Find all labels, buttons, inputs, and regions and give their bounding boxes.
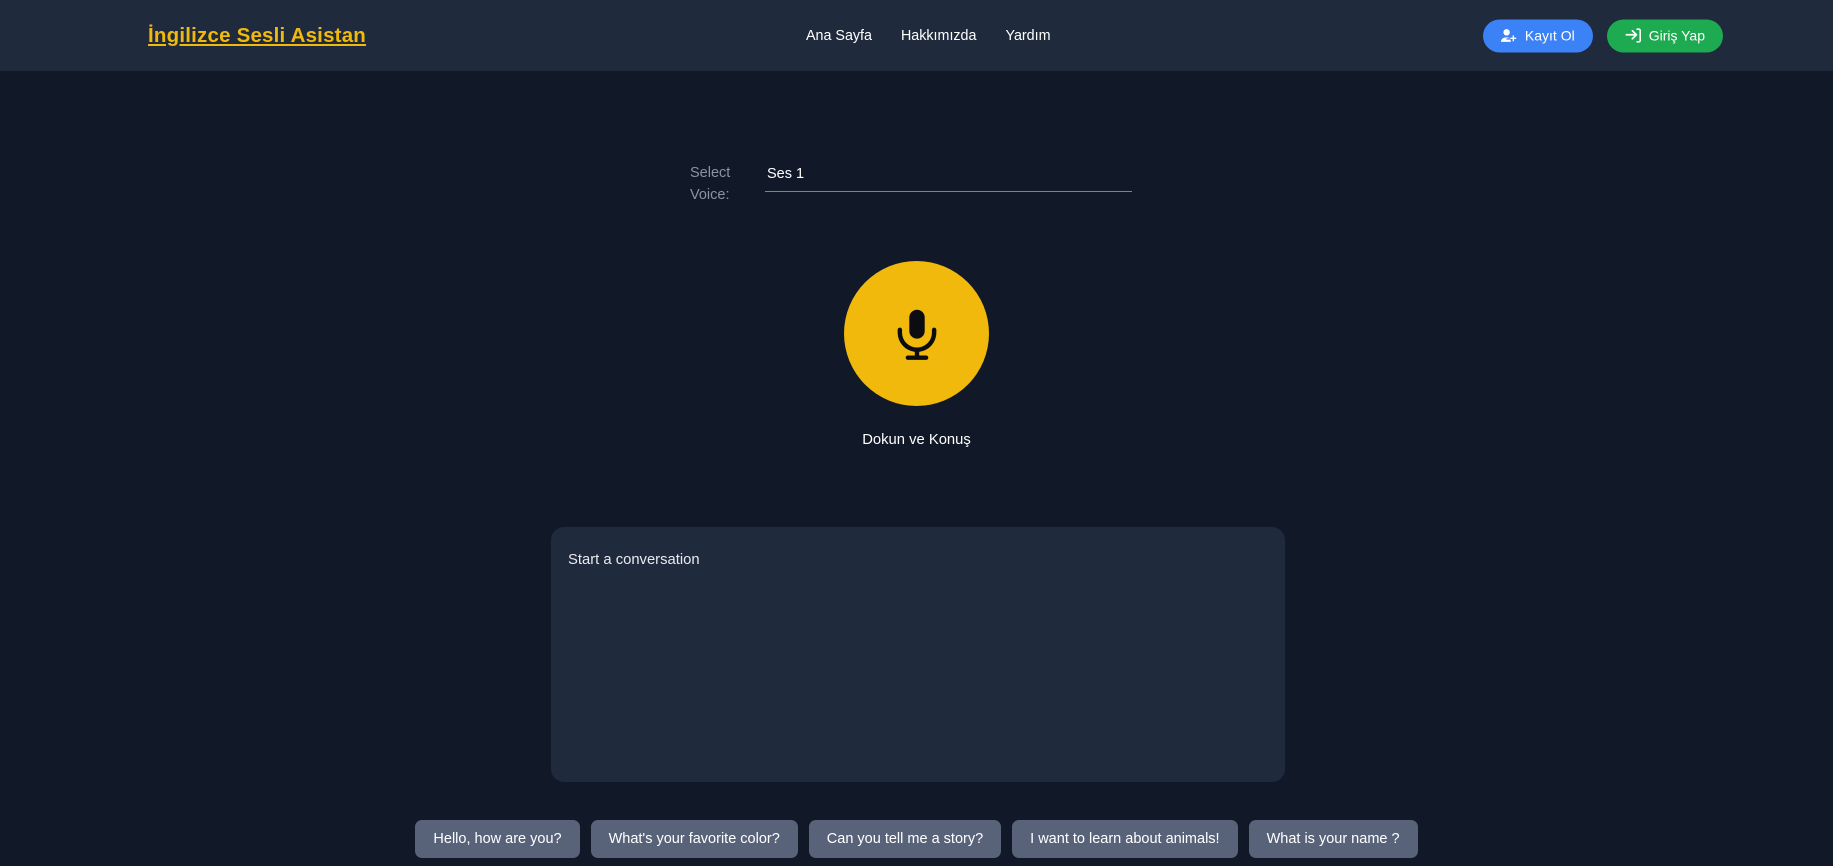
main-navigation: Ana Sayfa Hakkımızda Yardım xyxy=(806,28,1051,44)
suggestion-chips-row: Hello, how are you? What's your favorite… xyxy=(0,820,1833,858)
register-button-label: Kayıt Ol xyxy=(1524,27,1575,44)
suggestion-chip[interactable]: Hello, how are you? xyxy=(415,820,580,858)
suggestion-chip[interactable]: Can you tell me a story? xyxy=(808,820,1002,858)
voice-select[interactable]: Ses 1 Ses 2 Ses 3 xyxy=(765,162,1132,192)
top-navbar: İngilizce Sesli Asistan Ana Sayfa Hakkım… xyxy=(0,0,1833,71)
user-plus-icon xyxy=(1500,28,1517,44)
sign-in-icon xyxy=(1625,28,1641,44)
microphone-caption: Dokun ve Konuş xyxy=(862,432,971,448)
register-button[interactable]: Kayıt Ol xyxy=(1482,19,1593,52)
brand-logo-text[interactable]: İngilizce Sesli Asistan xyxy=(148,24,366,48)
microphone-area: Dokun ve Konuş xyxy=(0,261,1833,448)
login-button-label: Giriş Yap xyxy=(1648,27,1705,44)
microphone-button[interactable] xyxy=(844,261,989,406)
nav-link-hakkimizda[interactable]: Hakkımızda xyxy=(901,28,976,44)
voice-selector-label: Select Voice: xyxy=(690,165,731,203)
nav-link-yardim[interactable]: Yardım xyxy=(1005,28,1050,44)
suggestion-chip[interactable]: What's your favorite color? xyxy=(590,820,798,858)
voice-select-wrapper: Ses 1 Ses 2 Ses 3 xyxy=(765,162,1132,192)
voice-selector-row: Select Voice: Ses 1 Ses 2 Ses 3 xyxy=(690,162,1132,206)
suggestion-chip[interactable]: I want to learn about animals! xyxy=(1012,820,1238,858)
suggestion-chip[interactable]: What is your name ? xyxy=(1248,820,1418,858)
login-button[interactable]: Giriş Yap xyxy=(1606,19,1723,52)
microphone-icon xyxy=(889,306,945,362)
auth-button-group: Kayıt Ol Giriş Yap xyxy=(1482,19,1723,52)
main-content: Select Voice: Ses 1 Ses 2 Ses 3 Dokun ve… xyxy=(0,71,1833,866)
conversation-panel[interactable]: Start a conversation xyxy=(551,527,1285,782)
nav-link-ana-sayfa[interactable]: Ana Sayfa xyxy=(806,28,872,44)
conversation-placeholder: Start a conversation xyxy=(568,552,700,568)
